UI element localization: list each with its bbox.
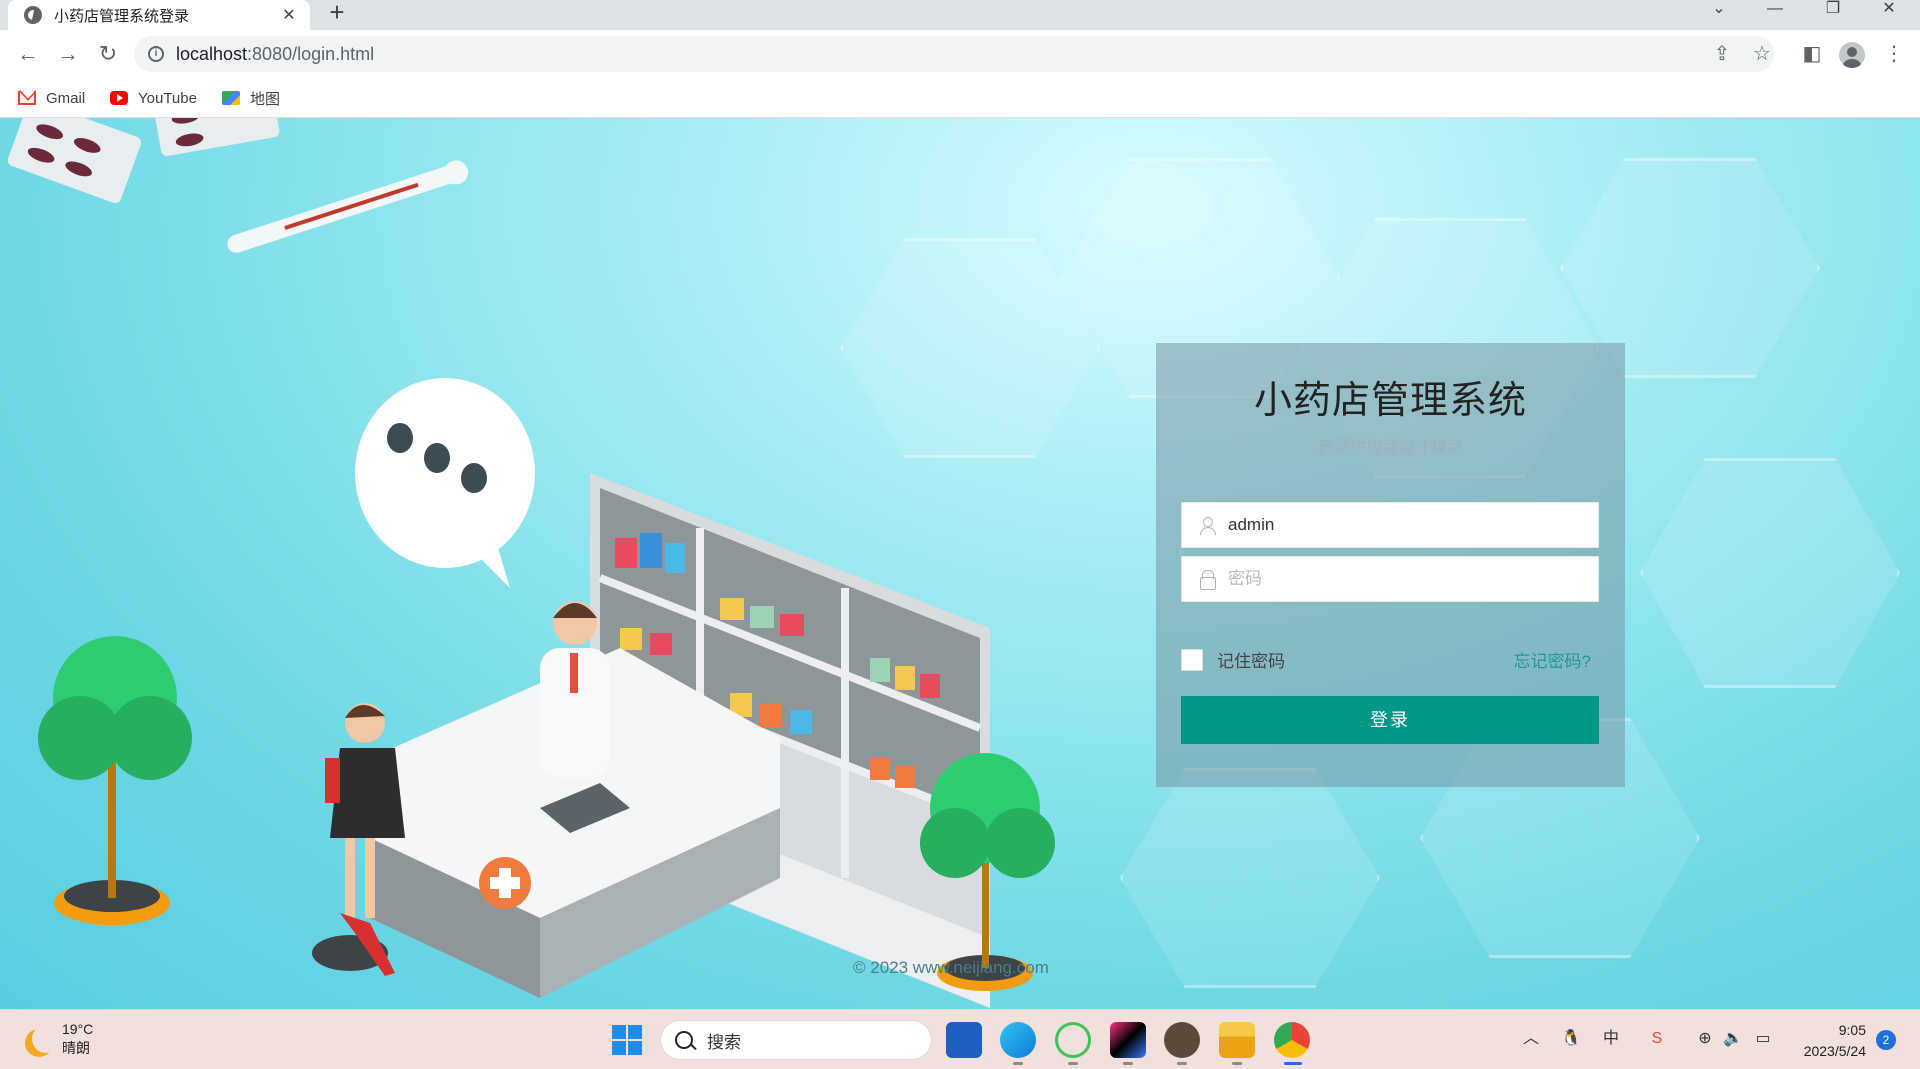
- tab-login[interactable]: 小药店管理系统登录 ✕: [8, 0, 310, 30]
- bookmark-label: YouTube: [138, 89, 197, 107]
- forward-icon[interactable]: →: [54, 40, 82, 68]
- side-panel-icon[interactable]: ◧: [1800, 42, 1824, 66]
- remember-password[interactable]: 记住密码: [1181, 647, 1285, 672]
- intellij-icon[interactable]: [1110, 1022, 1146, 1058]
- password-input[interactable]: [1228, 569, 1598, 589]
- tray-overflow-chevron-icon[interactable]: ︿: [1520, 1028, 1542, 1050]
- running-indicator-active: [1284, 1062, 1302, 1065]
- browser-toolbar: ← → ↻ i localhost:8080/login.html ⇪ ☆ ◧ …: [0, 30, 1920, 78]
- taskbar-search-label: 搜索: [707, 1032, 741, 1052]
- moon-icon: [32, 1025, 60, 1053]
- input-method-icon[interactable]: 中: [1600, 1028, 1622, 1050]
- clock-time: 9:05: [1838, 1022, 1866, 1038]
- back-icon[interactable]: ←: [14, 40, 42, 68]
- globe-icon: [24, 6, 42, 24]
- weather-temp: 19°C: [62, 1021, 94, 1037]
- bookmark-star-icon[interactable]: ☆: [1750, 42, 1774, 66]
- running-indicator: [1177, 1062, 1187, 1065]
- taskbar-search[interactable]: 搜索: [660, 1020, 932, 1060]
- lock-icon: [1198, 570, 1216, 590]
- url-host: localhost: [176, 43, 248, 64]
- profile-avatar[interactable]: [1839, 42, 1865, 68]
- tab-search-chevron-icon[interactable]: ⌄: [1696, 0, 1742, 30]
- volume-icon[interactable]: 🔈: [1722, 1028, 1744, 1050]
- login-page: 小药店管理系统 药品供应商设计规范 记住密码 忘记密码? 登录 © 2023 w…: [0, 118, 1920, 1009]
- minimize-icon[interactable]: —: [1752, 0, 1798, 30]
- bookmark-label: 地图: [250, 90, 281, 108]
- forgot-password-link[interactable]: 忘记密码?: [1514, 647, 1591, 672]
- login-subtitle: 药品供应商设计规范: [1318, 439, 1463, 456]
- share-icon[interactable]: ⇪: [1710, 42, 1734, 66]
- bookmark-youtube[interactable]: YouTube: [110, 86, 197, 110]
- sogou-icon[interactable]: S: [1646, 1028, 1668, 1050]
- address-bar[interactable]: i localhost:8080/login.html: [134, 36, 1774, 72]
- running-indicator: [1232, 1062, 1242, 1065]
- restore-icon[interactable]: ❐: [1810, 0, 1856, 30]
- user-icon: [1198, 516, 1216, 535]
- battery-icon[interactable]: ▭: [1752, 1028, 1774, 1050]
- password-field[interactable]: [1181, 556, 1599, 602]
- file-explorer-icon[interactable]: [1219, 1022, 1255, 1058]
- start-windows-icon[interactable]: [612, 1025, 642, 1055]
- url-path: :8080/login.html: [247, 43, 375, 64]
- network-globe-icon[interactable]: ⊕: [1694, 1028, 1716, 1050]
- login-title: 小药店管理系统: [1253, 380, 1527, 422]
- clock[interactable]: 9:05 2023/5/24: [1786, 1020, 1866, 1062]
- running-indicator: [1013, 1062, 1023, 1065]
- bookmarks-bar: Gmail YouTube 地图: [0, 78, 1920, 118]
- youtube-icon: [110, 91, 128, 105]
- gmail-icon: [18, 91, 36, 105]
- bookmark-gmail[interactable]: Gmail: [18, 86, 85, 110]
- menu-kebab-icon[interactable]: ⋮: [1882, 42, 1906, 66]
- notification-badge[interactable]: 2: [1876, 1030, 1896, 1050]
- remember-checkbox[interactable]: [1181, 648, 1203, 671]
- url-text: localhost:8080/login.html: [176, 44, 374, 65]
- reload-icon[interactable]: ↻: [94, 40, 122, 68]
- running-indicator: [1123, 1062, 1133, 1065]
- taskbar: 19°C 晴朗 搜索 ︿ 🐧 中 S ⊕ 🔈 ▭ 9:05 2023/5/24 …: [0, 1009, 1920, 1069]
- username-field[interactable]: [1181, 502, 1599, 548]
- pharmacy-illustration: [7, 118, 1055, 1008]
- maps-icon: [222, 91, 240, 105]
- login-panel: 小药店管理系统 药品供应商设计规范 记住密码 忘记密码? 登录: [1156, 343, 1625, 787]
- chrome-icon[interactable]: [1274, 1022, 1310, 1058]
- window-close-icon[interactable]: ✕: [1866, 0, 1912, 30]
- weather-desc: 晴朗: [62, 1040, 90, 1056]
- username-input[interactable]: [1228, 515, 1598, 535]
- tab-close-icon[interactable]: ✕: [278, 5, 300, 25]
- site-info-icon[interactable]: i: [148, 46, 164, 62]
- search-icon: [675, 1031, 693, 1049]
- bookmark-maps[interactable]: 地图: [222, 86, 280, 110]
- word-icon[interactable]: [946, 1022, 982, 1058]
- new-tab-button[interactable]: +: [322, 0, 352, 30]
- running-indicator: [1068, 1062, 1078, 1065]
- remember-label: 记住密码: [1217, 652, 1285, 671]
- tab-title: 小药店管理系统登录: [54, 7, 190, 25]
- copyright-text: © 2023 www.neijiang.com: [853, 958, 1049, 977]
- qq-icon[interactable]: 🐧: [1560, 1028, 1582, 1050]
- weather-widget[interactable]: 19°C 晴朗: [24, 1020, 93, 1058]
- bookmark-label: Gmail: [46, 89, 86, 107]
- wechat-devtools-icon[interactable]: [1055, 1022, 1091, 1058]
- clock-date: 2023/5/24: [1803, 1043, 1866, 1059]
- login-button[interactable]: 登录: [1181, 696, 1599, 744]
- edge-icon[interactable]: [1000, 1022, 1036, 1058]
- hexagon-decoration: [1640, 458, 1900, 688]
- hexagon-decoration: [1120, 768, 1380, 988]
- game-app-icon[interactable]: [1164, 1022, 1200, 1058]
- tab-strip: 小药店管理系统登录 ✕ + ⌄ — ❐ ✕: [0, 0, 1920, 30]
